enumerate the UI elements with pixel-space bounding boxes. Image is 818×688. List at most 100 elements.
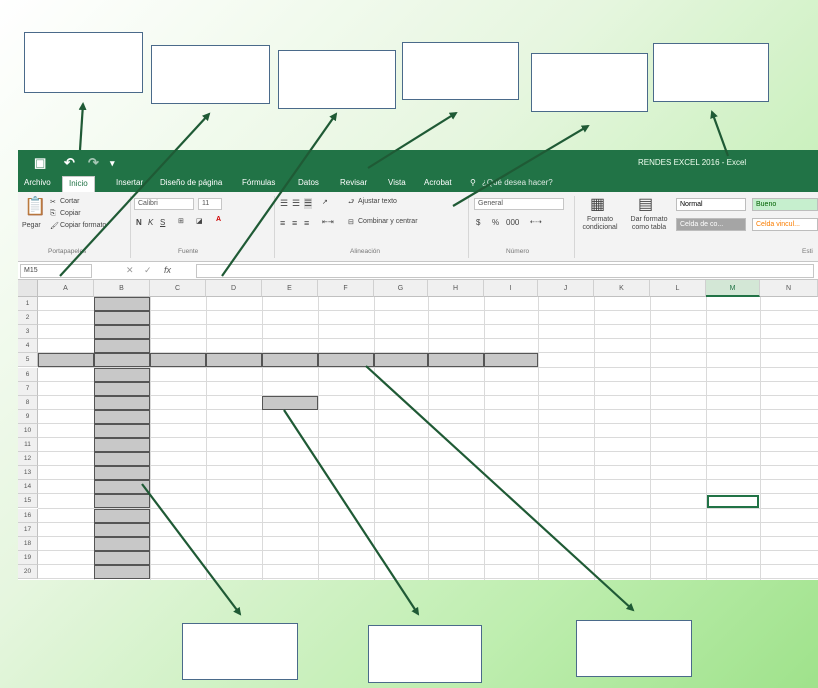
format-painter-button[interactable]: Copiar formato [60, 222, 106, 229]
tab-archivo[interactable]: Archivo [24, 178, 51, 187]
tab-formulas[interactable]: Fórmulas [242, 178, 275, 187]
column-header-d[interactable]: D [206, 280, 262, 297]
tab-revisar[interactable]: Revisar [340, 178, 367, 187]
enter-icon[interactable]: ✓ [144, 265, 152, 276]
wrap-text-button[interactable]: Ajustar texto [358, 198, 397, 205]
shaded-column-b-cell[interactable] [94, 325, 150, 340]
row-header-15[interactable]: 15 [18, 494, 38, 509]
indent-icon[interactable]: ⇤⇥ [322, 218, 334, 226]
tab-datos[interactable]: Datos [298, 178, 319, 187]
tab-vista[interactable]: Vista [388, 178, 406, 187]
format-painter-icon[interactable]: 🖌 [50, 222, 59, 230]
cut-button[interactable]: Cortar [60, 198, 79, 205]
column-header-j[interactable]: J [538, 280, 594, 297]
active-cell[interactable] [707, 495, 759, 509]
row-header-2[interactable]: 2 [18, 311, 38, 326]
shaded-column-b-cell[interactable] [94, 409, 150, 424]
column-header-m[interactable]: M [706, 280, 760, 297]
tab-acrobat[interactable]: Acrobat [424, 178, 452, 187]
column-header-i[interactable]: I [484, 280, 538, 297]
insert-function-button[interactable]: fx [164, 265, 171, 275]
tab-diseno-pagina[interactable]: Diseño de página [160, 178, 222, 187]
row-header-12[interactable]: 12 [18, 452, 38, 467]
customize-toolbar-icon[interactable]: ▾ [110, 158, 115, 169]
row-header-4[interactable]: 4 [18, 339, 38, 354]
align-bottom-icon[interactable]: ☰ [304, 198, 313, 209]
align-top-icon[interactable]: ☰ [280, 198, 288, 209]
shaded-column-b-cell[interactable] [94, 494, 150, 509]
conditional-format-button[interactable]: Formato condicional [578, 216, 622, 232]
copy-button[interactable]: Copiar [60, 210, 81, 217]
row-header-19[interactable]: 19 [18, 550, 38, 565]
align-center-icon[interactable]: ≡ [292, 218, 297, 228]
tab-insertar[interactable]: Insertar [116, 178, 143, 187]
font-color-icon[interactable]: A [216, 216, 221, 223]
shaded-column-b-cell[interactable] [94, 438, 150, 453]
row-header-8[interactable]: 8 [18, 395, 38, 410]
italic-button[interactable]: K [148, 218, 153, 227]
formula-input[interactable] [196, 264, 814, 278]
shaded-row-5-cell[interactable] [150, 353, 206, 368]
shaded-row-5-cell[interactable] [318, 353, 374, 368]
row-header-1[interactable]: 1 [18, 297, 38, 312]
font-name-select[interactable]: Calibri [134, 198, 194, 210]
search-icon[interactable]: ⚲ [470, 178, 476, 187]
column-header-c[interactable]: C [150, 280, 206, 297]
font-size-select[interactable]: 11 [198, 198, 222, 210]
shaded-row-5-cell[interactable] [374, 353, 428, 368]
shaded-row-5-cell[interactable] [38, 353, 94, 368]
align-right-icon[interactable]: ≡ [304, 218, 309, 228]
row-header-16[interactable]: 16 [18, 508, 38, 523]
column-header-b[interactable]: B [94, 280, 150, 297]
shaded-column-b-cell[interactable] [94, 522, 150, 537]
shaded-column-b-cell[interactable] [94, 311, 150, 326]
shaded-single-cell[interactable] [262, 395, 318, 410]
shaded-row-5-cell[interactable] [206, 353, 262, 368]
wrap-text-icon[interactable]: ⮐ [348, 198, 354, 209]
row-header-13[interactable]: 13 [18, 466, 38, 481]
percent-button[interactable]: % [492, 218, 499, 227]
shaded-column-b-cell[interactable] [94, 297, 150, 312]
shaded-column-b-cell[interactable] [94, 508, 150, 523]
merge-center-icon[interactable]: ⊟ [348, 218, 354, 226]
undo-icon[interactable]: ↶ [64, 155, 75, 171]
bold-button[interactable]: N [136, 218, 142, 227]
row-header-6[interactable]: 6 [18, 367, 38, 382]
column-header-g[interactable]: G [374, 280, 428, 297]
shaded-column-b-cell[interactable] [94, 466, 150, 481]
align-left-icon[interactable]: ≡ [280, 218, 285, 228]
row-header-14[interactable]: 14 [18, 480, 38, 495]
shaded-column-b-cell[interactable] [94, 423, 150, 438]
paste-button[interactable]: Pegar [22, 222, 41, 229]
format-as-table-button[interactable]: Dar formato como tabla [626, 216, 672, 232]
format-as-table-icon[interactable]: ▤ [638, 194, 653, 214]
style-good[interactable]: Bueno [752, 198, 818, 211]
column-header-n[interactable]: N [760, 280, 818, 297]
shaded-column-b-cell[interactable] [94, 339, 150, 354]
shaded-row-5-cell[interactable] [484, 353, 538, 368]
decimal-icon[interactable]: ⇠⇢ [530, 218, 542, 226]
shaded-column-b-cell[interactable] [94, 367, 150, 382]
redo-icon[interactable]: ↷ [88, 155, 99, 171]
row-header-3[interactable]: 3 [18, 325, 38, 340]
shaded-column-b-cell[interactable] [94, 452, 150, 467]
tab-inicio[interactable]: Inicio [62, 176, 95, 192]
row-header-7[interactable]: 7 [18, 381, 38, 396]
merge-center-button[interactable]: Combinar y centrar [358, 218, 418, 225]
shaded-column-b-cell[interactable] [94, 480, 150, 495]
row-header-5[interactable]: 5 [18, 353, 38, 368]
row-header-17[interactable]: 17 [18, 522, 38, 537]
shaded-column-b-cell[interactable] [94, 395, 150, 410]
shaded-row-5-cell[interactable] [428, 353, 484, 368]
column-header-f[interactable]: F [318, 280, 374, 297]
style-normal[interactable]: Normal [676, 198, 746, 211]
column-header-e[interactable]: E [262, 280, 318, 297]
row-header-20[interactable]: 20 [18, 564, 38, 579]
row-header-9[interactable]: 9 [18, 409, 38, 424]
cut-icon[interactable]: ✂ [50, 198, 56, 206]
fill-color-icon[interactable]: ◪ [196, 217, 203, 225]
column-header-k[interactable]: K [594, 280, 650, 297]
shaded-column-b-cell[interactable] [94, 353, 150, 368]
shaded-column-b-cell[interactable] [94, 550, 150, 565]
select-all-corner[interactable] [18, 280, 38, 297]
